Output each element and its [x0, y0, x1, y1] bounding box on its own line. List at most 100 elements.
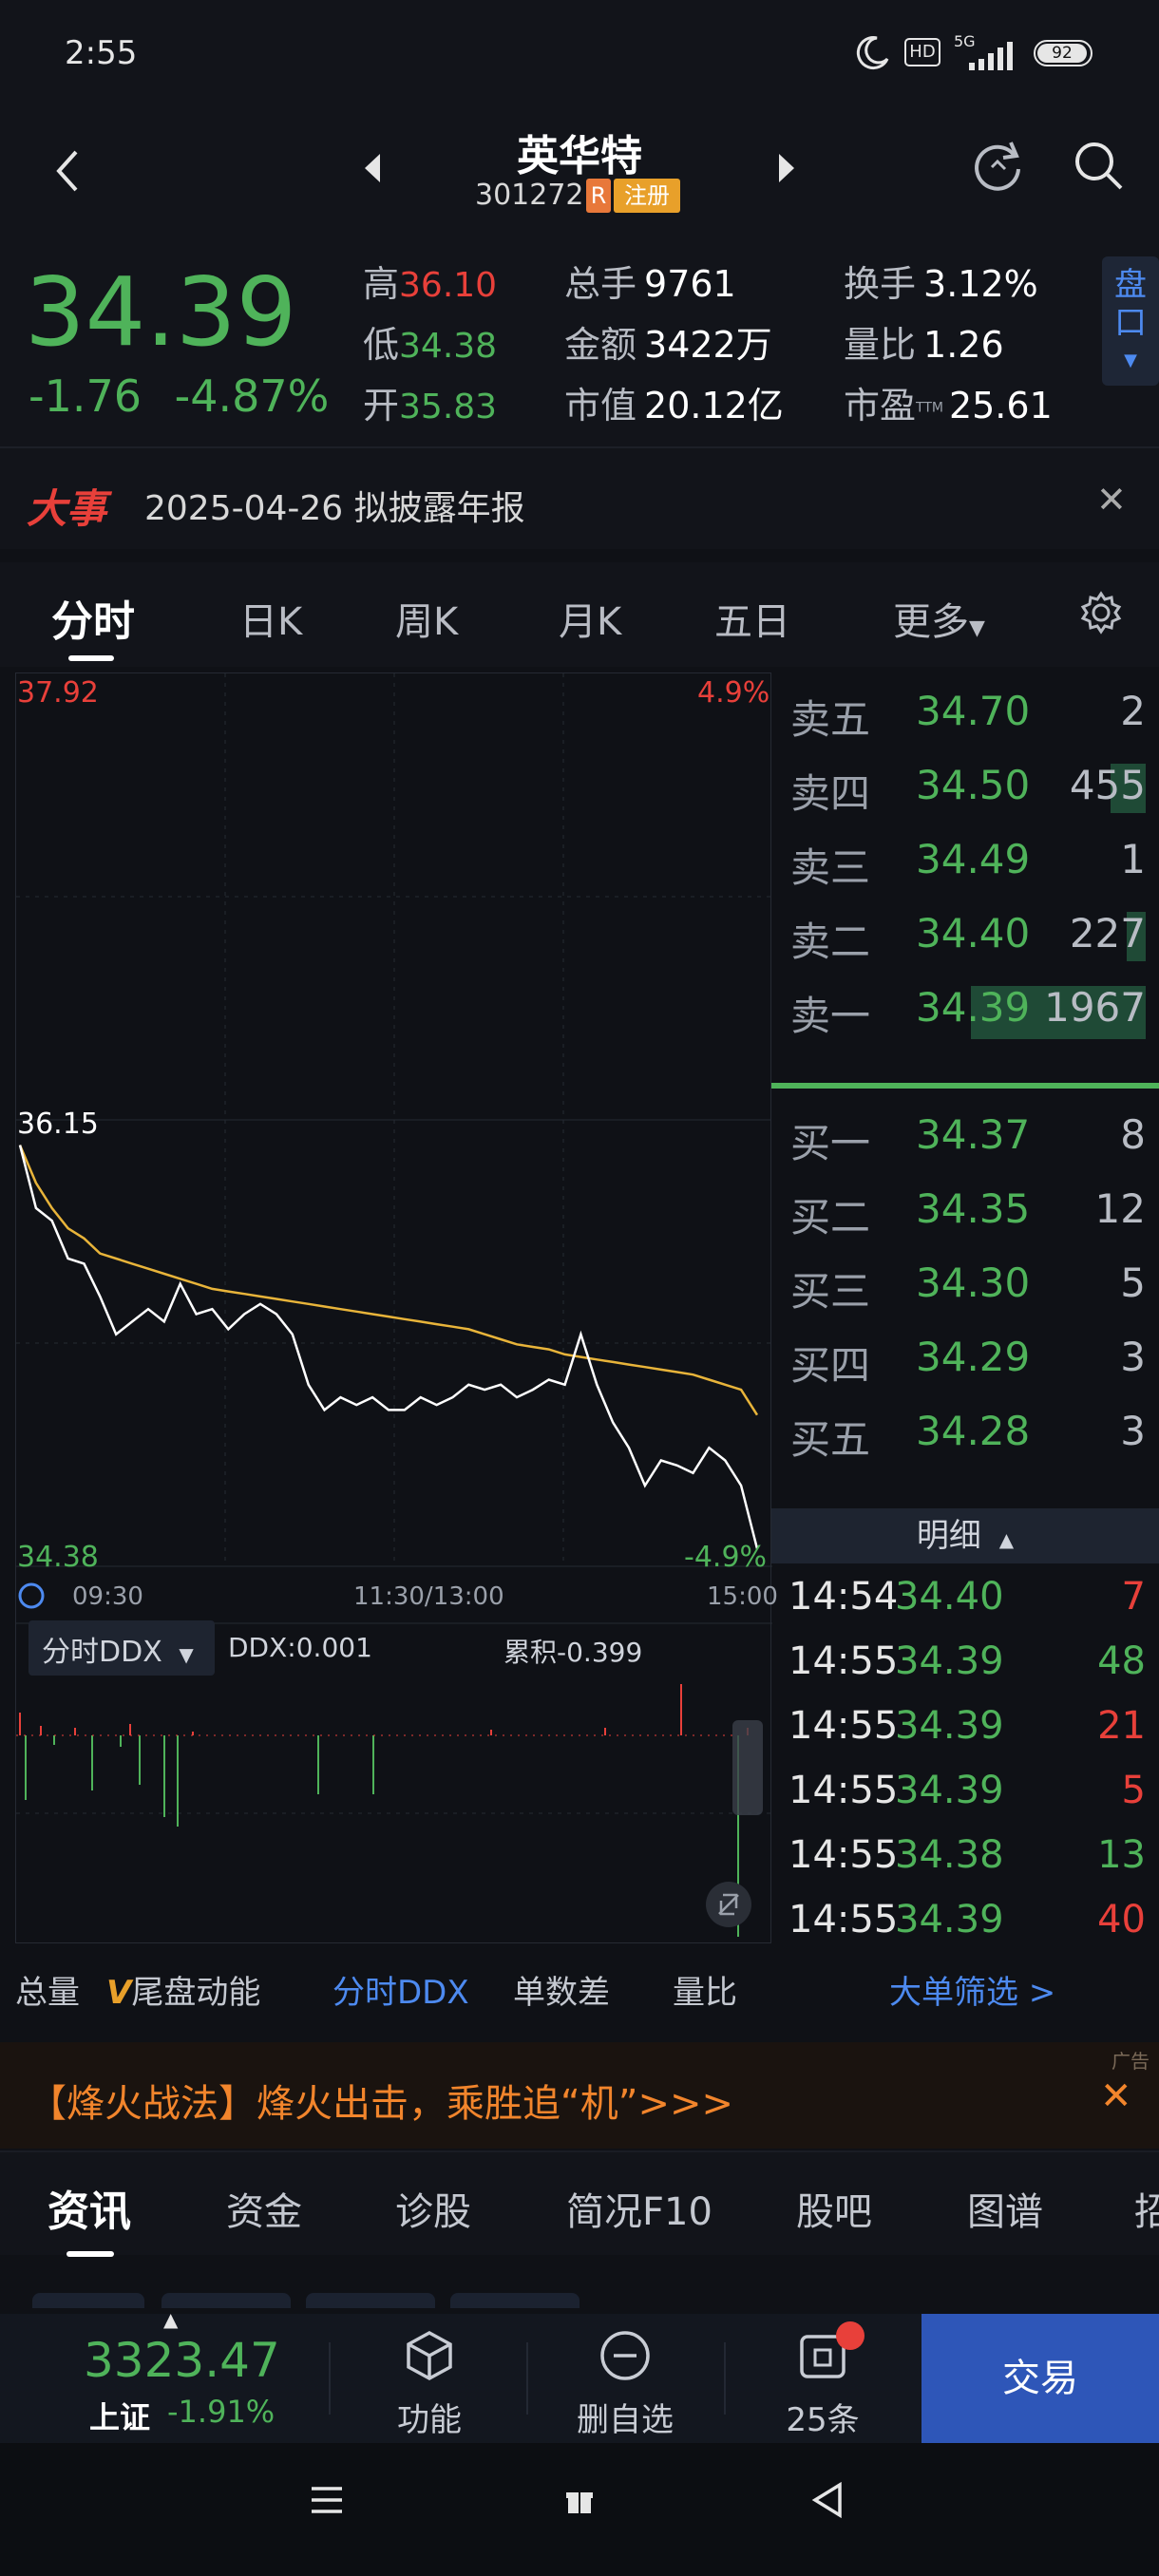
detail-toggle[interactable]: 明细 ▲ — [771, 1508, 1159, 1563]
trade-button[interactable]: 交易 — [922, 2314, 1159, 2443]
pe-ttm-sup: TTM — [916, 400, 943, 416]
index-name: 上证 — [89, 2399, 151, 2435]
collapse-handle — [732, 1720, 763, 1815]
ad-mark: 广告 — [1112, 2050, 1150, 2073]
menu-nav-button[interactable] — [310, 2483, 344, 2521]
status-time: 2:55 — [65, 34, 138, 72]
placeholder-chip — [450, 2293, 580, 2308]
order-book-divider — [771, 1083, 1159, 1089]
tab-total-volume[interactable]: 总量 — [15, 1966, 80, 2013]
ask-label: 卖四 — [790, 770, 871, 817]
big-order-filter-link[interactable]: 大单筛选 > — [889, 1966, 1055, 2013]
back-button[interactable] — [48, 142, 95, 209]
ddx-bars — [16, 1684, 749, 1937]
tab-more-cut[interactable]: 招 — [1134, 2181, 1159, 2236]
low-value: 34.38 — [399, 327, 498, 366]
price-change: -1.76 -4.87% — [28, 370, 329, 422]
tick-time: 14:55 — [788, 1898, 899, 1941]
time-start-label: 09:30 — [72, 1582, 143, 1611]
tick-row: 14:55 34.38 13 — [771, 1826, 1159, 1888]
tab-f10[interactable]: 简况F10 — [566, 2181, 712, 2236]
close-icon[interactable]: ✕ — [1100, 2074, 1132, 2118]
refresh-button[interactable] — [969, 137, 1028, 199]
high-stat: 高36.10 — [363, 255, 497, 307]
bid-row-4: 买四 34.29 3 — [771, 1318, 1159, 1392]
back-nav-button[interactable] — [809, 2481, 847, 2523]
remove-watchlist-button[interactable]: 删自选 — [549, 2327, 701, 2440]
volume-label: 总手 — [564, 263, 637, 305]
vratio-label: 量比 — [844, 324, 917, 366]
pankou-tab[interactable]: 盘口 ▼ — [1102, 256, 1159, 386]
bid-volume: 3 — [1120, 1334, 1146, 1380]
menu-icon — [312, 2487, 342, 2513]
remove-watchlist-label: 删自选 — [577, 2401, 674, 2439]
tab-more-label: 更多 — [893, 600, 969, 644]
search-icon — [1075, 142, 1123, 190]
ask-label: 25条 — [786, 2401, 860, 2439]
tick-price: 34.39 — [895, 1639, 1004, 1683]
mcap-value: 20.12亿 — [644, 385, 784, 426]
placeholder-chip — [32, 2293, 144, 2308]
ask-label: 卖二 — [790, 919, 871, 965]
ddx-indicator-select[interactable]: 分时DDX ▼ — [28, 1620, 215, 1676]
prev-stock-button[interactable] — [361, 152, 384, 188]
index-value[interactable]: 3323.47 — [84, 2333, 280, 2388]
ask-price: 34.49 — [916, 836, 1031, 882]
tab-news[interactable]: 资讯 — [48, 2177, 131, 2238]
home-nav-button[interactable] — [564, 2485, 595, 2519]
tab-five-day[interactable]: 五日 — [714, 591, 790, 646]
tick-row: 14:55 34.39 40 — [771, 1890, 1159, 1953]
tab-forum[interactable]: 股吧 — [796, 2181, 872, 2236]
function-button[interactable]: 功能 — [353, 2327, 505, 2440]
intraday-chart[interactable] — [15, 672, 772, 1943]
ddx-cumulative: 累积-0.399 — [504, 1637, 643, 1668]
stock-name: 英华特 — [517, 132, 642, 180]
tab-graph[interactable]: 图谱 — [967, 2181, 1043, 2236]
ask-volume: 2 — [1120, 688, 1146, 734]
bottom-content-tabs: 资讯 资金 诊股 简况F10 股吧 图谱 招 — [0, 2150, 1159, 2257]
bid-label: 买二 — [790, 1194, 871, 1241]
vratio-value: 1.26 — [923, 324, 1004, 366]
tick-time: 14:55 — [788, 1769, 899, 1812]
tick-time: 14:55 — [788, 1704, 899, 1748]
tab-funds[interactable]: 资金 — [226, 2181, 302, 2236]
time-mid-label: 11:30/13:00 — [353, 1582, 504, 1611]
tab-more[interactable]: 更多▼ — [893, 591, 985, 646]
tab-ddx[interactable]: 分时DDX — [332, 1966, 469, 2013]
tab-intraday[interactable]: 分时 — [51, 587, 135, 648]
ask-volume: 1967 — [1044, 984, 1146, 1031]
close-icon[interactable]: ✕ — [1096, 479, 1127, 521]
high-value: 36.10 — [399, 266, 498, 305]
search-button[interactable] — [1070, 137, 1129, 199]
tab-volume-ratio[interactable]: 量比 — [673, 1966, 737, 2013]
ask-button[interactable]: 25条 — [747, 2321, 899, 2440]
footer-divider — [329, 2342, 331, 2415]
ask-volume: 455 — [1069, 762, 1146, 808]
bottom-pct-label: -4.9% — [684, 1541, 768, 1574]
ad-banner[interactable]: 广告 【烽火战法】烽火出击，乘胜追“机”>>> ✕ — [0, 2042, 1159, 2149]
tab-monthly-k[interactable]: 月K — [559, 591, 621, 646]
bid-row-5: 买五 34.28 3 — [771, 1392, 1159, 1467]
pankou-label: 盘口 — [1114, 266, 1147, 342]
bid-price: 34.35 — [916, 1185, 1031, 1232]
triangle-down-icon: ▼ — [1124, 350, 1137, 370]
news-bar[interactable]: 大事 2025-04-26 拟披露年报 ✕ — [0, 446, 1159, 549]
settings-button[interactable] — [1079, 591, 1123, 638]
news-text: 2025-04-26 拟披露年报 — [144, 489, 525, 528]
tab-weekly-k[interactable]: 周K — [395, 591, 458, 646]
tick-volume: 13 — [1097, 1833, 1146, 1877]
pe-value: 25.61 — [948, 385, 1053, 426]
tab-order-count-diff[interactable]: 单数差 — [513, 1966, 610, 2013]
quote-panel: 34.39 -1.76 -4.87% 高36.10 低34.38 开35.83 … — [0, 247, 1159, 446]
tab-diagnosis[interactable]: 诊股 — [395, 2181, 471, 2236]
period-tabs: 分时 日K 周K 月K 五日 更多▼ — [0, 562, 1159, 667]
next-stock-button[interactable] — [775, 152, 798, 188]
footer-divider — [526, 2342, 528, 2415]
detail-label: 明细 — [916, 1517, 981, 1555]
tab-tail-momentum[interactable]: V尾盘动能 — [106, 1966, 260, 2013]
ask-price: 34.70 — [916, 688, 1031, 734]
tab-daily-k[interactable]: 日K — [239, 591, 302, 646]
bid-label: 买四 — [790, 1342, 871, 1389]
notification-dot — [836, 2321, 864, 2350]
triangle-up-icon: ▲ — [998, 1528, 1015, 1551]
